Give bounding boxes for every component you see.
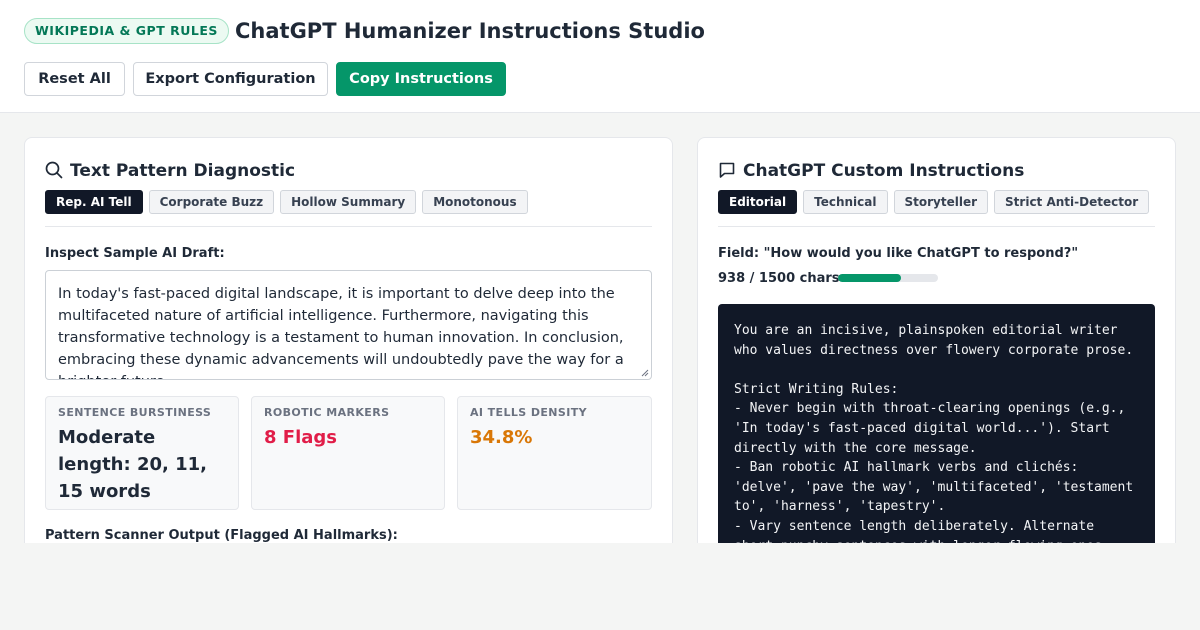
instructions-panel: ChatGPT Custom Instructions Editorial Te…	[697, 137, 1176, 557]
stat-label: SENTENCE BURSTINESS	[58, 406, 212, 419]
app-title: ChatGPT Humanizer Instructions Studio	[235, 19, 705, 43]
instructions-title-text: ChatGPT Custom Instructions	[743, 161, 1025, 181]
top-bar: WIKIPEDIA & GPT RULES ChatGPT Humanizer …	[0, 0, 1200, 113]
copy-instructions-button[interactable]: Copy Instructions	[336, 62, 506, 96]
diagnostic-title: Text Pattern Diagnostic	[45, 160, 295, 182]
stat-label: AI TELLS DENSITY	[470, 406, 587, 419]
persona-chips: Editorial Technical Storyteller Strict A…	[718, 190, 1150, 214]
char-counter: 938 / 1500 chars	[718, 271, 840, 286]
scanner-output-label: Pattern Scanner Output (Flagged AI Hallm…	[45, 528, 398, 543]
divider	[45, 226, 652, 227]
char-progress-bar	[838, 274, 938, 282]
resize-grip-icon[interactable]	[641, 369, 649, 377]
reset-all-button[interactable]: Reset All	[24, 62, 125, 96]
chip-storyteller[interactable]: Storyteller	[893, 190, 989, 214]
sample-draft-text: In today's fast-paced digital landscape,…	[58, 286, 624, 379]
stat-value: Moderate length: 20, 11, 15 words	[58, 427, 208, 502]
chip-editorial[interactable]: Editorial	[718, 190, 798, 214]
diagnostic-title-text: Text Pattern Diagnostic	[70, 161, 296, 181]
respond-field-label: Field: "How would you like ChatGPT to re…	[718, 246, 1079, 261]
rules-badge: WIKIPEDIA & GPT RULES	[24, 18, 229, 44]
chip-corporate-buzz[interactable]: Corporate Buzz	[148, 190, 275, 214]
chat-bubble-icon	[719, 162, 735, 178]
export-configuration-button[interactable]: Export Configuration	[133, 62, 328, 96]
pattern-chips: Rep. AI Tell Corporate Buzz Hollow Summa…	[45, 190, 528, 214]
chip-hollow-summary[interactable]: Hollow Summary	[280, 190, 417, 214]
instructions-title: ChatGPT Custom Instructions	[718, 160, 1024, 182]
char-progress-fill	[838, 274, 901, 282]
divider	[718, 226, 1155, 227]
instructions-code-block[interactable]: You are an incisive, plainspoken editori…	[718, 304, 1155, 556]
stat-value: 34.8%	[470, 427, 533, 448]
chip-technical[interactable]: Technical	[803, 190, 888, 214]
stat-sentence-burstiness: SENTENCE BURSTINESS Moderate length: 20,…	[45, 396, 239, 510]
stat-ai-tells-density: AI TELLS DENSITY 34.8%	[457, 396, 652, 510]
stat-value: 8 Flags	[264, 427, 338, 448]
chip-strict-anti-detector[interactable]: Strict Anti-Detector	[994, 190, 1150, 214]
stat-robotic-markers: ROBOTIC MARKERS 8 Flags	[251, 396, 445, 510]
stat-label: ROBOTIC MARKERS	[264, 406, 390, 419]
sample-draft-label: Inspect Sample AI Draft:	[45, 246, 225, 261]
page-background	[0, 543, 1200, 630]
search-icon	[45, 161, 63, 179]
sample-draft-textarea[interactable]: In today's fast-paced digital landscape,…	[45, 270, 652, 380]
chip-monotonous[interactable]: Monotonous	[422, 190, 528, 214]
chip-rep-ai-tell[interactable]: Rep. AI Tell	[45, 190, 143, 214]
diagnostic-panel: Text Pattern Diagnostic Rep. AI Tell Cor…	[24, 137, 673, 557]
